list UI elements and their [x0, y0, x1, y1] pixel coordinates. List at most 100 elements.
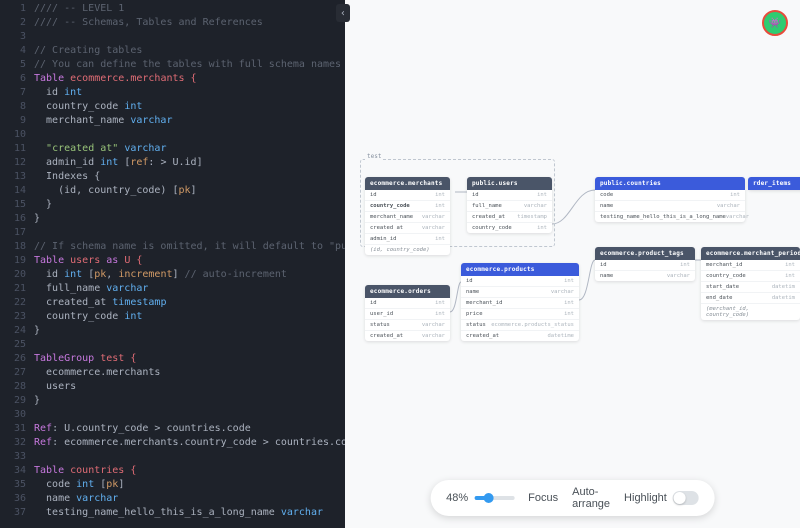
code-line[interactable] — [34, 128, 345, 142]
code-line[interactable]: full_name varchar — [34, 282, 345, 296]
db-table-header[interactable]: ecommerce.product_tags — [595, 247, 695, 260]
db-column[interactable]: priceint — [461, 309, 579, 320]
db-column[interactable]: namevarchar — [461, 287, 579, 298]
collapse-editor-button[interactable]: ‹ — [336, 4, 350, 22]
db-table[interactable]: ecommerce.productsidintnamevarcharmercha… — [461, 263, 579, 341]
line-number: 1 — [0, 2, 34, 16]
focus-button[interactable]: Focus — [528, 492, 558, 504]
code-line[interactable]: //// -- LEVEL 1 — [34, 2, 345, 16]
column-name: id — [370, 300, 377, 306]
column-name: full_name — [472, 203, 502, 209]
db-column[interactable]: created atvarchar — [365, 223, 450, 234]
db-column[interactable]: merchant_namevarchar — [365, 212, 450, 223]
db-table[interactable]: ecommerce.merchant_periodsmerchant_idint… — [701, 247, 800, 320]
db-table-header[interactable]: ecommerce.merchants — [365, 177, 450, 190]
db-column[interactable]: country_codeint — [467, 223, 552, 233]
db-column[interactable]: namevarchar — [595, 201, 745, 212]
db-column[interactable]: testing_name_hello_this_is_a_long_nameva… — [595, 212, 745, 222]
code-line[interactable]: merchant_name varchar — [34, 114, 345, 128]
code-line[interactable]: (id, country_code) [pk] — [34, 184, 345, 198]
code-line[interactable]: Ref: U.country_code > countries.code — [34, 422, 345, 436]
db-column[interactable]: (id, country_code) — [365, 245, 450, 255]
db-table[interactable]: public.usersidintfull_namevarcharcreated… — [467, 177, 552, 233]
db-column[interactable]: idint — [461, 276, 579, 287]
code-line[interactable] — [34, 226, 345, 240]
db-column[interactable]: admin_idint — [365, 234, 450, 245]
db-column[interactable]: idint — [365, 190, 450, 201]
code-line[interactable]: } — [34, 212, 345, 226]
code-line[interactable]: //// -- Schemas, Tables and References — [34, 16, 345, 30]
diagram-surface[interactable]: testecommerce.merchantsidintcountry_code… — [345, 0, 800, 528]
line-number: 11 — [0, 142, 34, 156]
column-type: int — [564, 311, 574, 317]
db-table[interactable]: ecommerce.product_tagsidintnamevarchar — [595, 247, 695, 281]
highlight-toggle[interactable] — [673, 491, 699, 505]
db-table[interactable]: public.countriescodeintnamevarchartestin… — [595, 177, 745, 222]
code-line[interactable]: users — [34, 380, 345, 394]
code-line[interactable]: } — [34, 394, 345, 408]
db-column[interactable]: country_codeint — [365, 201, 450, 212]
code-line[interactable] — [34, 338, 345, 352]
db-table-header[interactable]: public.users — [467, 177, 552, 190]
code-line[interactable]: name varchar — [34, 492, 345, 506]
db-column[interactable]: created_atvarchar — [365, 331, 450, 341]
code-line[interactable]: // If schema name is omitted, it will de… — [34, 240, 345, 254]
db-table-header[interactable]: public.countries — [595, 177, 745, 190]
db-column[interactable]: created_attimestamp — [467, 212, 552, 223]
code-line[interactable]: ecommerce.merchants — [34, 366, 345, 380]
db-column[interactable]: merchant_idint — [701, 260, 800, 271]
code-line[interactable]: Indexes { — [34, 170, 345, 184]
zoom-slider[interactable] — [474, 496, 514, 500]
db-table[interactable]: ecommerce.ordersidintuser_idintstatusvar… — [365, 285, 450, 341]
db-column[interactable]: idint — [365, 298, 450, 309]
column-name: testing_name_hello_this_is_a_long_name — [600, 214, 726, 220]
diagram-canvas[interactable]: 👾 testecommerce.merchantsidintcountry_co… — [345, 0, 800, 528]
db-column[interactable]: statusecommerce.products_status — [461, 320, 579, 331]
code-line[interactable]: testing_name_hello_this_is_a_long_name v… — [34, 506, 345, 520]
column-name: end_date — [706, 295, 733, 301]
code-line[interactable]: id int — [34, 86, 345, 100]
auto-arrange-button[interactable]: Auto-arrange — [572, 486, 610, 510]
code-line[interactable]: id int [pk, increment] // auto-increment — [34, 268, 345, 282]
code-line[interactable]: created_at timestamp — [34, 296, 345, 310]
db-column[interactable]: codeint — [595, 190, 745, 201]
code-content[interactable]: //// -- LEVEL 1//// -- Schemas, Tables a… — [34, 0, 345, 528]
code-line[interactable]: } — [34, 324, 345, 338]
code-line[interactable]: Table countries { — [34, 464, 345, 478]
code-line[interactable]: country_code int — [34, 310, 345, 324]
code-line[interactable]: Ref: ecommerce.merchants.country_code > … — [34, 436, 345, 450]
db-table[interactable]: rder_items — [748, 177, 800, 190]
db-table[interactable]: ecommerce.merchantsidintcountry_codeintm… — [365, 177, 450, 255]
db-column[interactable]: namevarchar — [595, 271, 695, 281]
code-line[interactable] — [34, 30, 345, 44]
db-column[interactable]: start_datedatetim — [701, 282, 800, 293]
db-column[interactable]: created_atdatetime — [461, 331, 579, 341]
db-table-header[interactable]: rder_items — [748, 177, 800, 190]
code-editor[interactable]: 1234567891011121314151617181920212223242… — [0, 0, 345, 528]
code-line[interactable]: // Creating tables — [34, 44, 345, 58]
db-column[interactable]: merchant_idint — [461, 298, 579, 309]
code-line[interactable] — [34, 450, 345, 464]
db-column[interactable]: full_namevarchar — [467, 201, 552, 212]
code-line[interactable] — [34, 408, 345, 422]
code-line[interactable]: } — [34, 198, 345, 212]
code-line[interactable]: Table ecommerce.merchants { — [34, 72, 345, 86]
db-column[interactable]: end_datedatetim — [701, 293, 800, 304]
db-column[interactable]: user_idint — [365, 309, 450, 320]
code-line[interactable]: Table users as U { — [34, 254, 345, 268]
code-line[interactable]: TableGroup test { — [34, 352, 345, 366]
db-table-header[interactable]: ecommerce.orders — [365, 285, 450, 298]
code-line[interactable]: code int [pk] — [34, 478, 345, 492]
code-line[interactable]: // You can define the tables with full s… — [34, 58, 345, 72]
db-column[interactable]: idint — [595, 260, 695, 271]
zoom-slider-thumb[interactable] — [484, 493, 494, 503]
code-line[interactable]: "created at" varchar — [34, 142, 345, 156]
db-table-header[interactable]: ecommerce.merchant_periods — [701, 247, 800, 260]
db-column[interactable]: country_codeint — [701, 271, 800, 282]
code-line[interactable]: country_code int — [34, 100, 345, 114]
db-column[interactable]: idint — [467, 190, 552, 201]
code-line[interactable]: admin_id int [ref: > U.id] — [34, 156, 345, 170]
db-table-header[interactable]: ecommerce.products — [461, 263, 579, 276]
db-column[interactable]: statusvarchar — [365, 320, 450, 331]
db-column[interactable]: (merchant_id, country_code) — [701, 304, 800, 320]
